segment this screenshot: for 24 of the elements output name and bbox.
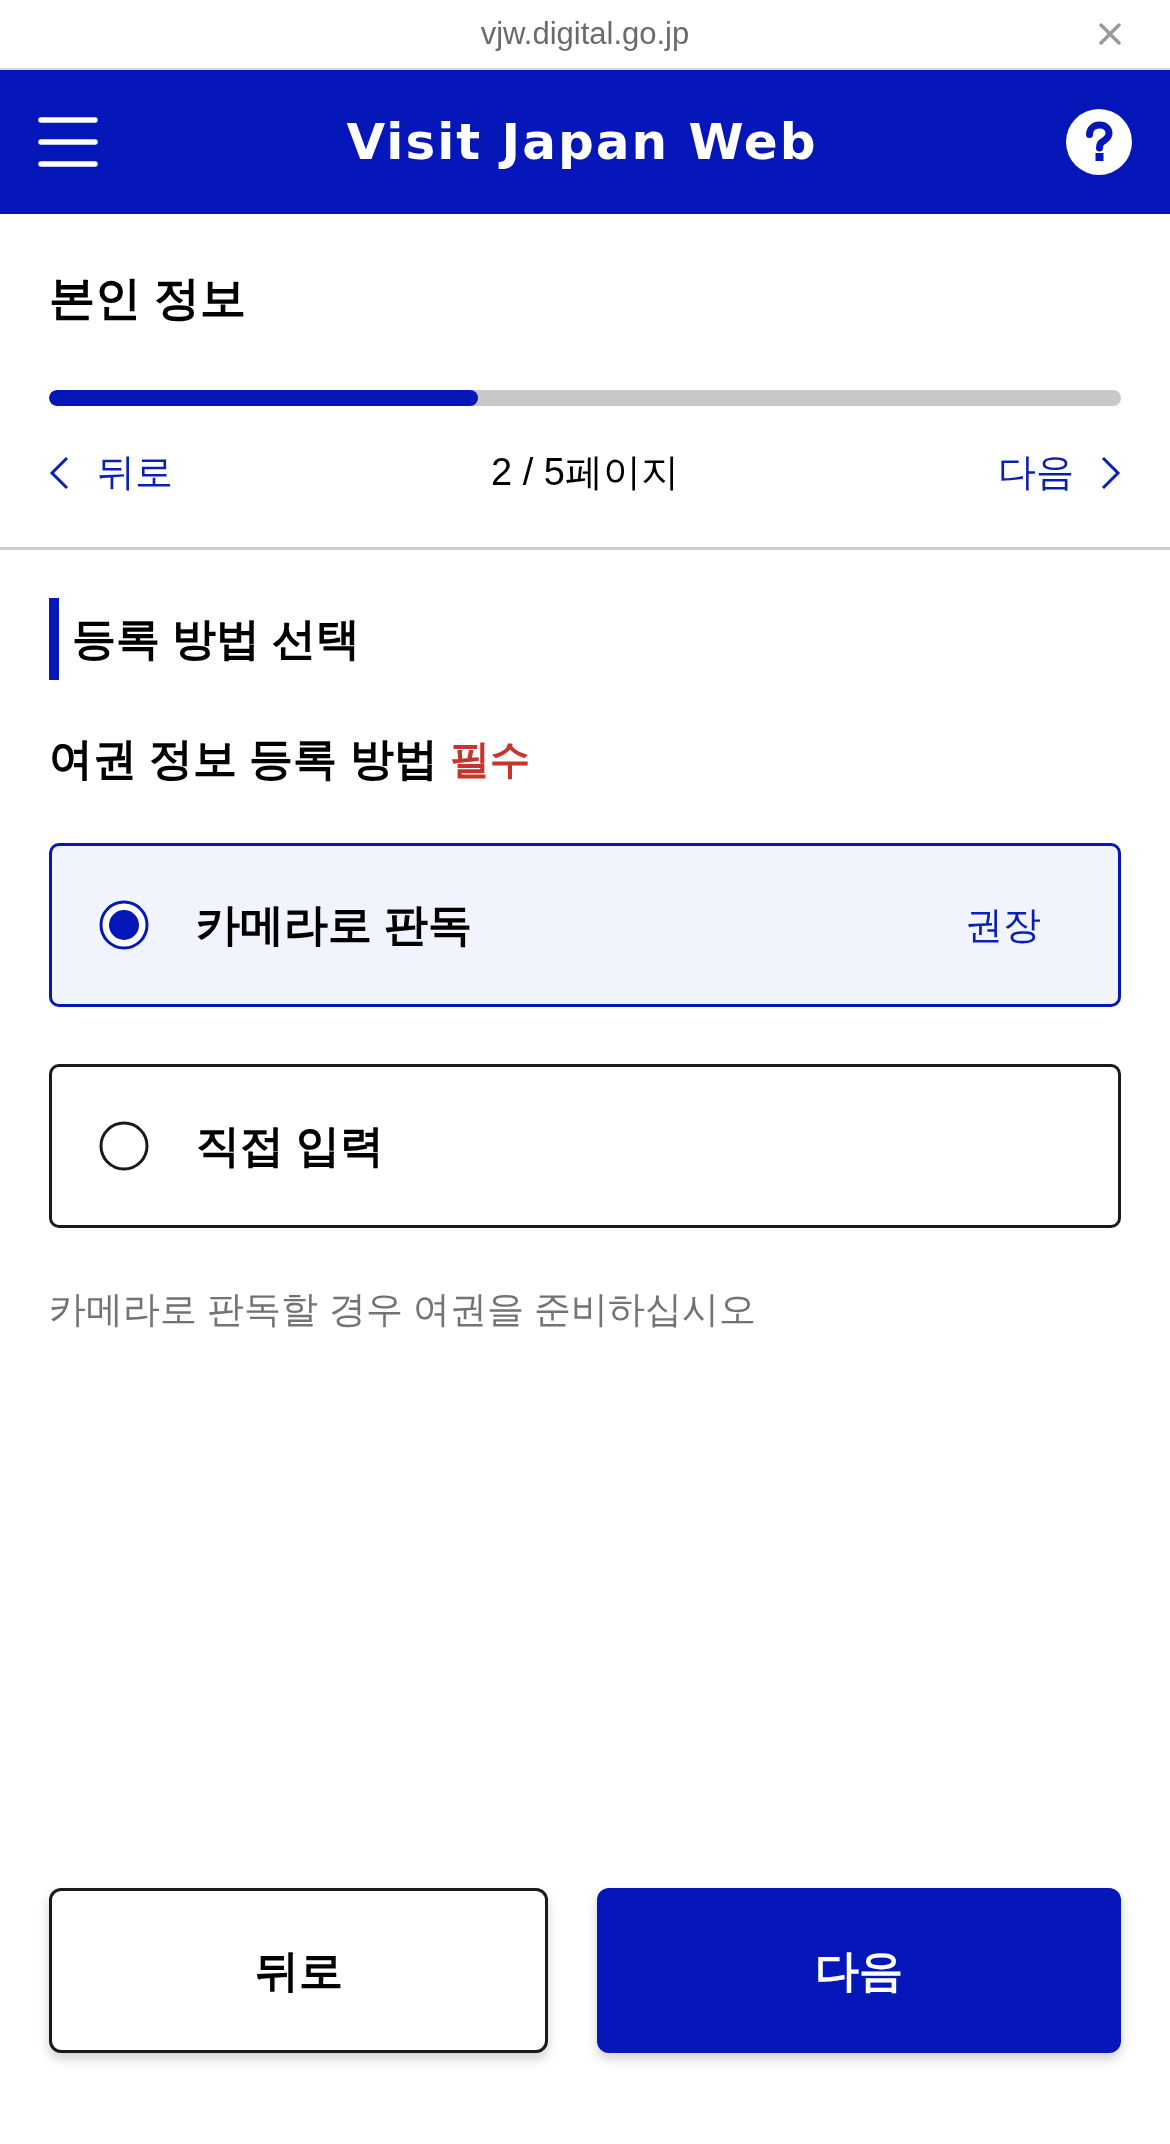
- app-title: Visit Japan Web: [346, 111, 818, 173]
- next-link[interactable]: 다음: [998, 444, 1121, 501]
- hint-text: 카메라로 판독할 경우 여권을 준비하십시오: [49, 1288, 758, 1332]
- chevron-left-icon: [49, 455, 69, 490]
- next-button[interactable]: 다음: [597, 1888, 1121, 2053]
- required-label: 필수: [449, 736, 530, 783]
- radio-option-card[interactable]: 직접 입력: [49, 1064, 1121, 1228]
- close-icon[interactable]: [1099, 23, 1121, 45]
- section-heading: 등록 방법 선택: [72, 613, 361, 665]
- chevron-right-icon: [1101, 455, 1121, 490]
- radio-button-icon[interactable]: [99, 900, 149, 950]
- radio-option-card[interactable]: 카메라로 판독 권장: [49, 843, 1121, 1007]
- help-icon[interactable]: [1066, 109, 1132, 175]
- back-button[interactable]: 뒤로: [49, 1888, 548, 2053]
- page-indicator: 2 / 5페이지: [491, 450, 679, 495]
- url-text: vjw.digital.go.jp: [480, 14, 690, 53]
- back-link[interactable]: 뒤로: [49, 444, 173, 501]
- recommendation-label: 권장: [965, 902, 1041, 948]
- option-label: 카메라로 판독: [196, 899, 473, 951]
- radio-button-icon[interactable]: [99, 1121, 149, 1171]
- page-title: 본인 정보: [49, 271, 247, 326]
- field-label: 여권 정보 등록 방법: [49, 733, 438, 785]
- menu-icon[interactable]: [38, 117, 98, 167]
- option-label: 직접 입력: [196, 1120, 385, 1172]
